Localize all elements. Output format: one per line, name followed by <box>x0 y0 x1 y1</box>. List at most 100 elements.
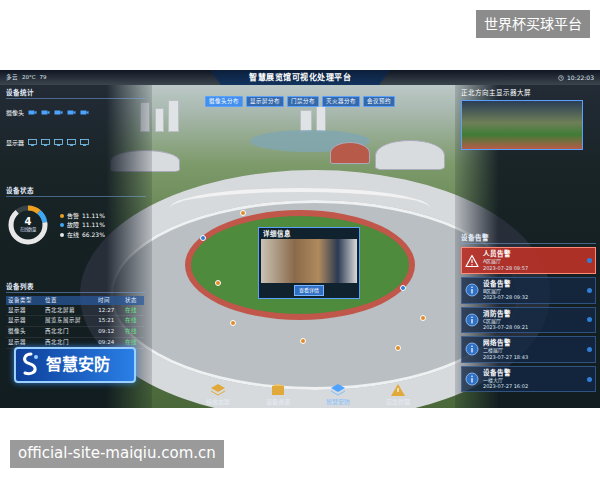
alert-time: 2023-07-28 09:32 <box>483 294 583 300</box>
map-pin[interactable] <box>230 320 236 326</box>
detail-button[interactable]: 查看详情 <box>294 285 324 296</box>
monitor-icon <box>80 139 89 146</box>
stat-row: 显示器 <box>6 139 146 147</box>
map-tab[interactable]: 门禁分布 <box>287 96 319 107</box>
nav-label: 设备资源 <box>266 398 290 406</box>
map-tab[interactable]: 摄像头分布 <box>205 96 243 107</box>
status-item: 20°C <box>22 74 36 81</box>
alert-row[interactable]: 人员告警A区展厅2023-07-28 09:57 <box>461 247 596 274</box>
dashboard: 多云 20°C 79 智慧展览馆可视化处理平台 10:22:03 摄像头分布显示屏分… <box>0 70 600 408</box>
map-pin[interactable] <box>240 210 246 216</box>
bottom-nav: 综合态势 设备资源 智慧安防 应急管理 <box>188 383 428 406</box>
video-feed[interactable] <box>461 100 583 150</box>
table-cell: 西北北屏幕 <box>43 305 96 315</box>
title-box: 智慧展览馆可视化处理平台 <box>210 70 390 85</box>
alert-detail: 二楼展厅 <box>483 347 583 353</box>
alert-body: 设备告警一楼大厅2023-07-27 16:02 <box>483 369 583 390</box>
info-icon <box>465 283 479 297</box>
column-header: 位置 <box>43 296 96 305</box>
camera-icon <box>41 109 50 116</box>
monitor-icon <box>67 139 76 146</box>
table-row[interactable]: 摄像头西北北门09:12在线 <box>6 326 144 337</box>
alert-detail: A区展厅 <box>483 258 583 264</box>
map-pin[interactable] <box>215 280 221 286</box>
video-title: 正北方向主显示器大屏 <box>461 89 596 97</box>
status-dot <box>587 258 592 263</box>
nav-item[interactable]: 应急管理 <box>386 383 410 406</box>
alert-row[interactable]: 消防告警C区展厅2023-07-28 09:21 <box>461 307 596 334</box>
tab-bar: 摄像头分布显示屏分布门禁分布灭火器分布会议预约 <box>200 96 400 107</box>
status-dot <box>587 347 592 352</box>
alert-row[interactable]: 设备告警B区展厅2023-07-28 09:32 <box>461 277 596 304</box>
device-table: 设备类型位置时间状态显示器西北北屏幕12:27在线显示器展览东展示屏15:21在… <box>6 296 144 348</box>
table-cell: 15:21 <box>96 315 122 326</box>
nav-icon <box>209 383 227 397</box>
column-header: 时间 <box>96 296 122 305</box>
stats-section: 设备统计摄像头显示器 <box>6 89 146 187</box>
table-cell: 显示器 <box>6 315 43 326</box>
alert-row[interactable]: 设备告警一楼大厅2023-07-27 16:02 <box>461 366 596 393</box>
nav-icon <box>389 383 407 397</box>
building <box>330 142 370 164</box>
map-tab[interactable]: 会议预约 <box>363 96 395 107</box>
status-dot <box>587 288 592 293</box>
alert-detail: B区展厅 <box>483 288 583 294</box>
status-dot <box>587 317 592 322</box>
donut-arc <box>11 208 45 242</box>
table-head: 设备类型位置时间状态 <box>6 296 144 305</box>
nav-icon <box>269 383 287 397</box>
watermark-top: 世界杯买球平台 <box>476 10 590 38</box>
monitor-icon <box>41 139 50 146</box>
camera-icon <box>80 109 89 116</box>
table-cell: 09:12 <box>96 326 122 337</box>
table-cell: 摄像头 <box>6 326 43 337</box>
donut-value: 4 <box>25 217 32 227</box>
status-item: 79 <box>40 74 47 81</box>
camera-snapshot <box>261 239 357 283</box>
monitor-icon <box>54 139 63 146</box>
status-item: 多云 <box>6 74 18 81</box>
section-badge-text: 智慧安防 <box>46 355 110 375</box>
building <box>375 140 445 170</box>
donut-track <box>11 208 45 242</box>
map-pin[interactable] <box>300 338 306 344</box>
map-tab[interactable]: 显示屏分布 <box>246 96 284 107</box>
donut-chart: 4在线数量 <box>6 203 50 247</box>
camera-icon <box>28 109 37 116</box>
info-icon <box>465 313 479 327</box>
legend: 告警11.11%故障11.11%在线66.23% <box>60 210 105 241</box>
table-cell: 12:27 <box>96 305 122 315</box>
alert-row[interactable]: 网络告警二楼展厅2023-07-27 18:43 <box>461 336 596 363</box>
monitor-icon <box>28 139 37 146</box>
table-cell: 显示器 <box>6 305 43 315</box>
alert-time: 2023-07-27 16:02 <box>483 383 583 389</box>
stat-label: 摄像头 <box>6 109 24 117</box>
map-pin[interactable] <box>395 345 401 351</box>
alert-title: 消防告警 <box>483 310 583 318</box>
alert-body: 设备告警B区展厅2023-07-28 09:32 <box>483 280 583 301</box>
table-row[interactable]: 显示器西北北屏幕12:27在线 <box>6 305 144 315</box>
legend-dot <box>60 214 64 218</box>
alert-title: 设备告警 <box>483 280 583 288</box>
clock: 10:22:03 <box>558 74 594 82</box>
nav-label: 综合态势 <box>206 398 230 406</box>
alert-time: 2023-07-28 09:57 <box>483 265 583 271</box>
nav-item[interactable]: 智慧安防 <box>326 383 350 406</box>
nav-label: 应急管理 <box>386 398 410 406</box>
map-pin[interactable] <box>420 315 426 321</box>
table-row[interactable]: 显示器展览东展示屏15:21在线 <box>6 315 144 326</box>
legend-item: 在线66.23% <box>60 231 105 239</box>
stat-label: 显示器 <box>6 139 24 147</box>
legend-label: 故障 <box>67 221 79 229</box>
nav-item[interactable]: 综合态势 <box>206 383 230 406</box>
map-pin[interactable] <box>200 235 206 241</box>
map-pin[interactable] <box>400 285 406 291</box>
status-section: 设备状态4在线数量告警11.11%故障11.11%在线66.23% <box>6 187 146 283</box>
table-body: 显示器西北北屏幕12:27在线显示器展览东展示屏15:21在线摄像头西北北门09… <box>6 305 144 348</box>
legend-label: 在线 <box>67 231 79 239</box>
map-tab[interactable]: 灭火器分布 <box>322 96 360 107</box>
nav-item[interactable]: 设备资源 <box>266 383 290 406</box>
nav-label: 智慧安防 <box>326 398 350 406</box>
section-title: 设备告警 <box>461 234 596 244</box>
legend-item: 告警11.11% <box>60 212 105 220</box>
